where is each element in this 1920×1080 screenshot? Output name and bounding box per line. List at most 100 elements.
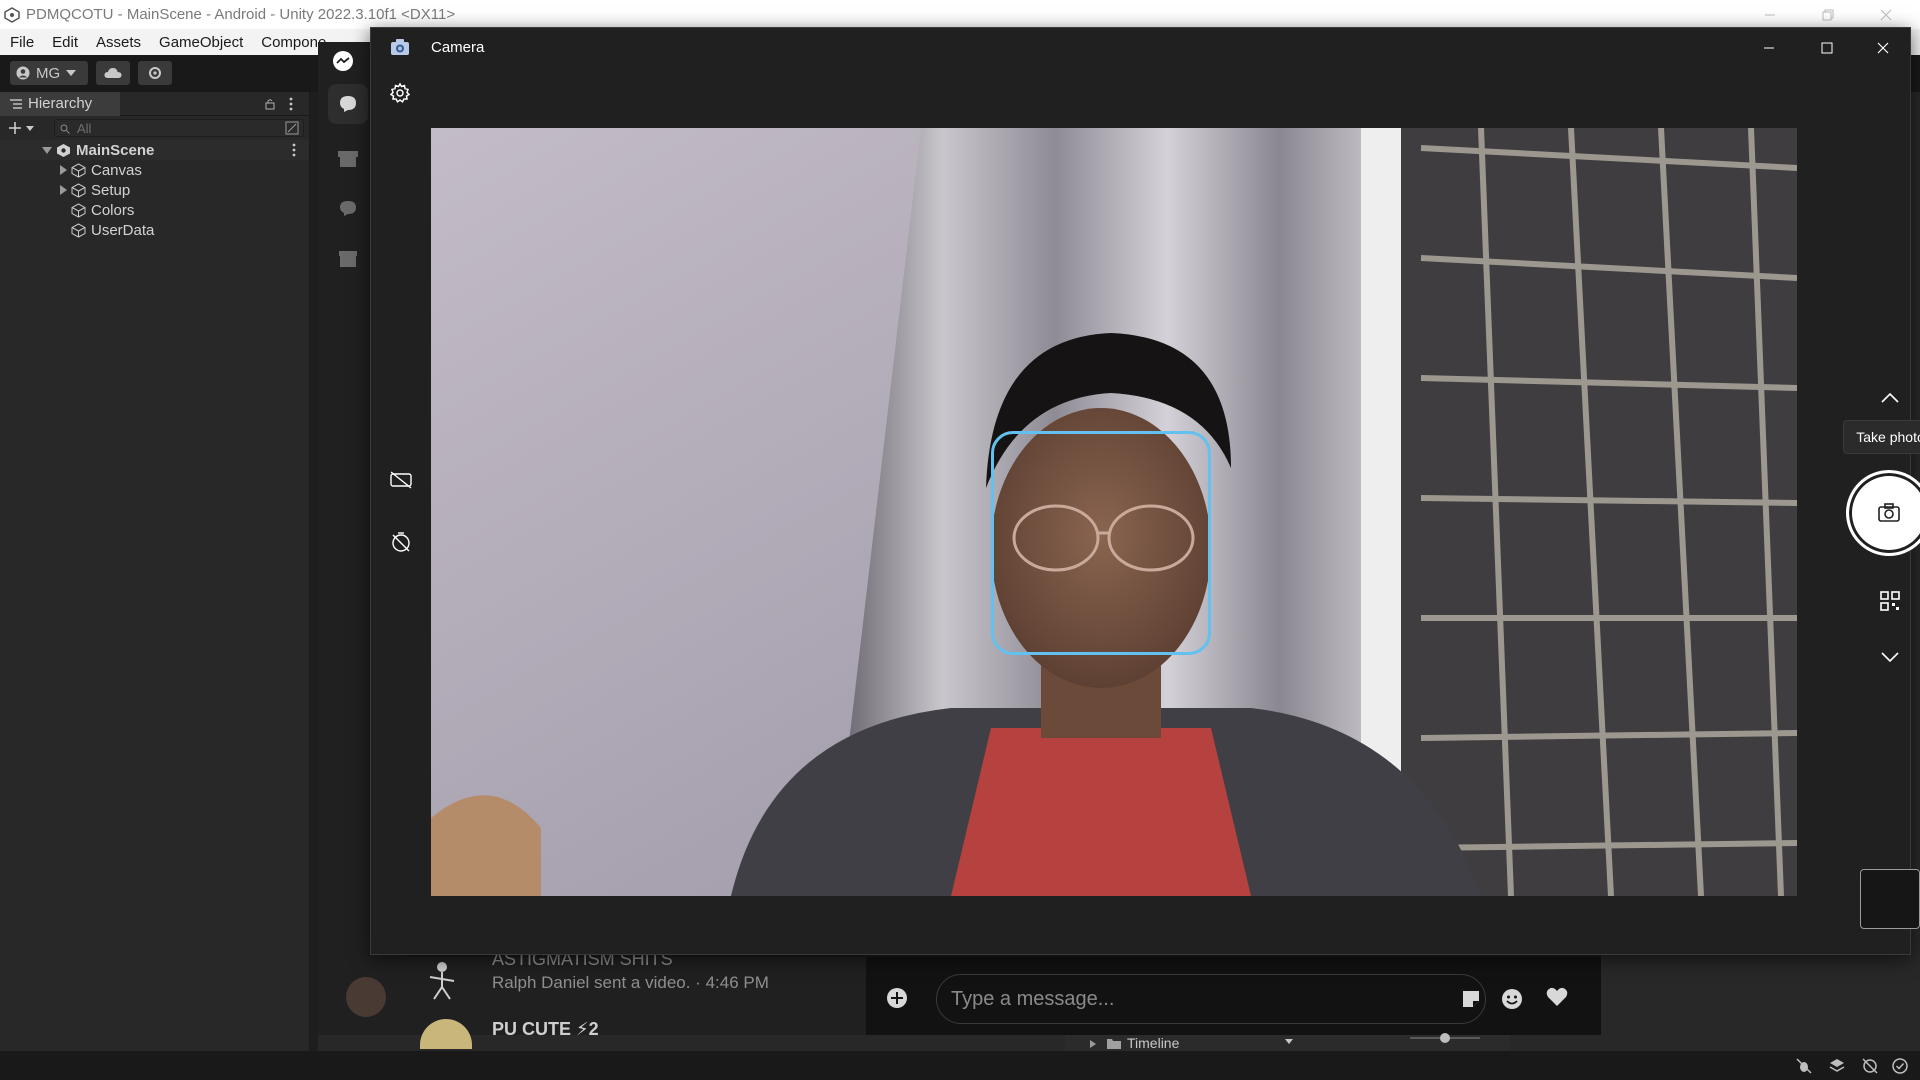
search-icon <box>60 124 70 134</box>
hierarchy-item[interactable]: Canvas <box>0 160 309 180</box>
hierarchy-panel: Hierarchy All MainScene Canvas Setup Col… <box>0 92 310 1051</box>
expand-arrow-icon[interactable] <box>42 146 52 154</box>
last-photo-thumbnail[interactable] <box>1860 869 1920 929</box>
folder-icon <box>1107 1039 1121 1049</box>
user-icon <box>16 66 30 80</box>
hierarchy-item-label: Canvas <box>91 161 142 179</box>
cloud-button[interactable] <box>96 61 130 85</box>
list-icon <box>10 98 22 109</box>
menu-edit[interactable]: Edit <box>52 34 78 51</box>
menu-component[interactable]: Compone <box>261 34 326 51</box>
message-input[interactable]: Type a message... <box>936 974 1522 1024</box>
add-circle-icon[interactable] <box>886 987 908 1009</box>
scene-name: MainScene <box>76 141 155 159</box>
add-icon[interactable] <box>8 121 22 135</box>
scene-visibility-icon[interactable] <box>285 121 299 135</box>
check-circle-icon[interactable] <box>1891 1057 1909 1075</box>
unity-status-bar <box>0 1051 1920 1080</box>
unity-restore-button[interactable] <box>1800 0 1856 29</box>
chevron-up-icon <box>1881 393 1899 403</box>
group-avatar-icon[interactable] <box>420 957 464 1001</box>
face-detection-box <box>991 431 1211 655</box>
menu-gameobject[interactable]: GameObject <box>159 34 243 51</box>
camera-minimize-button[interactable] <box>1741 28 1797 68</box>
hierarchy-item-label: Colors <box>91 201 135 219</box>
profile-avatar[interactable] <box>346 977 386 1017</box>
expand-arrow-icon[interactable] <box>60 185 67 195</box>
qr-code-mode-button[interactable] <box>1878 589 1902 613</box>
gameobject-icon <box>71 202 86 218</box>
camera-window: Camera Take photo <box>370 27 1920 956</box>
restore-icon <box>1822 9 1834 20</box>
account-label: MG <box>36 64 61 82</box>
hierarchy-item-label: UserData <box>91 221 155 239</box>
hierarchy-search-row: All <box>0 116 309 140</box>
scene-row[interactable]: MainScene <box>0 140 309 160</box>
minimize-icon <box>1765 14 1775 15</box>
take-photo-button[interactable] <box>1846 470 1920 556</box>
mode-down-button[interactable] <box>1878 645 1902 669</box>
hierarchy-item[interactable]: Colors <box>0 200 309 220</box>
unity-minimize-button[interactable] <box>1742 0 1798 29</box>
expand-arrow-icon[interactable] <box>1090 1040 1096 1048</box>
expand-arrow-icon[interactable] <box>60 165 67 175</box>
gameobject-icon <box>71 162 86 178</box>
conversation-avatar[interactable] <box>420 1019 472 1049</box>
more-options-icon[interactable] <box>289 97 293 111</box>
timeline-strip: Timeline <box>1065 1033 1510 1051</box>
hierarchy-item[interactable]: Setup <box>0 180 309 200</box>
zoom-slider-thumb[interactable] <box>1440 1033 1450 1043</box>
layers-icon[interactable] <box>1828 1057 1846 1075</box>
settings-gear-icon[interactable] <box>389 82 411 104</box>
chat-icon <box>340 96 356 112</box>
requests-icon[interactable] <box>338 200 358 218</box>
hierarchy-item[interactable]: UserData <box>0 220 309 240</box>
heart-icon[interactable] <box>1546 987 1568 1007</box>
hierarchy-item-label: Setup <box>91 181 131 199</box>
lock-icon[interactable] <box>264 98 276 110</box>
hierarchy-search-input[interactable]: All <box>54 119 304 137</box>
menu-file[interactable]: File <box>10 34 34 51</box>
hierarchy-tab[interactable]: Hierarchy <box>0 92 309 116</box>
chevron-down-icon <box>1881 652 1899 662</box>
unity-panel-divider <box>310 92 318 1051</box>
hierarchy-search-placeholder: All <box>77 120 92 136</box>
qr-code-icon <box>1880 591 1900 611</box>
unity-window-title: PDMQCOTU - MainScene - Android - Unity 2… <box>26 6 456 23</box>
unity-close-button[interactable] <box>1858 0 1914 29</box>
menu-assets[interactable]: Assets <box>96 34 141 51</box>
hierarchy-tab-label: Hierarchy <box>28 95 93 112</box>
sticker-icon[interactable] <box>1461 989 1481 1009</box>
chevron-down-icon <box>66 70 77 76</box>
camera-controls: Take photo <box>1807 28 1920 956</box>
timeline-label[interactable]: Timeline <box>1127 1035 1179 1051</box>
chevron-down-icon[interactable] <box>1285 1039 1293 1044</box>
account-button[interactable]: MG <box>10 61 88 85</box>
camera-title-bar: Camera <box>371 28 1910 68</box>
take-photo-tooltip: Take photo <box>1843 420 1920 454</box>
chevron-down-icon[interactable] <box>26 125 34 131</box>
archive-icon[interactable] <box>338 250 358 268</box>
collab-settings-button[interactable] <box>138 61 172 85</box>
debug-icon[interactable] <box>1795 1057 1813 1075</box>
auto-generate-lighting-icon[interactable] <box>1861 1057 1879 1075</box>
mode-up-button[interactable] <box>1878 386 1902 410</box>
conversation-list: ASTIGMATISM SHITS Ralph Daniel sent a vi… <box>406 949 866 1049</box>
timer-off-icon <box>392 532 410 552</box>
close-icon <box>1880 9 1892 20</box>
marketplace-icon[interactable] <box>338 150 358 168</box>
next-conversation-title[interactable]: PU CUTE ⚡2 <box>492 1019 599 1035</box>
emoji-icon[interactable] <box>1501 988 1523 1010</box>
camera-title: Camera <box>431 39 485 56</box>
chat-composer: Type a message... <box>866 957 1601 1035</box>
gameobject-icon <box>71 222 86 238</box>
camera-app-icon <box>391 39 409 55</box>
unity-scene-icon <box>57 143 70 157</box>
unity-title-bar: PDMQCOTU - MainScene - Android - Unity 2… <box>0 0 1920 29</box>
camera-viewfinder[interactable] <box>431 128 1797 896</box>
hdr-toggle-button[interactable] <box>387 466 415 494</box>
gear-icon <box>149 67 161 79</box>
timer-button[interactable] <box>387 528 415 556</box>
nav-chats-button[interactable] <box>328 84 368 124</box>
more-options-icon[interactable] <box>292 143 296 157</box>
